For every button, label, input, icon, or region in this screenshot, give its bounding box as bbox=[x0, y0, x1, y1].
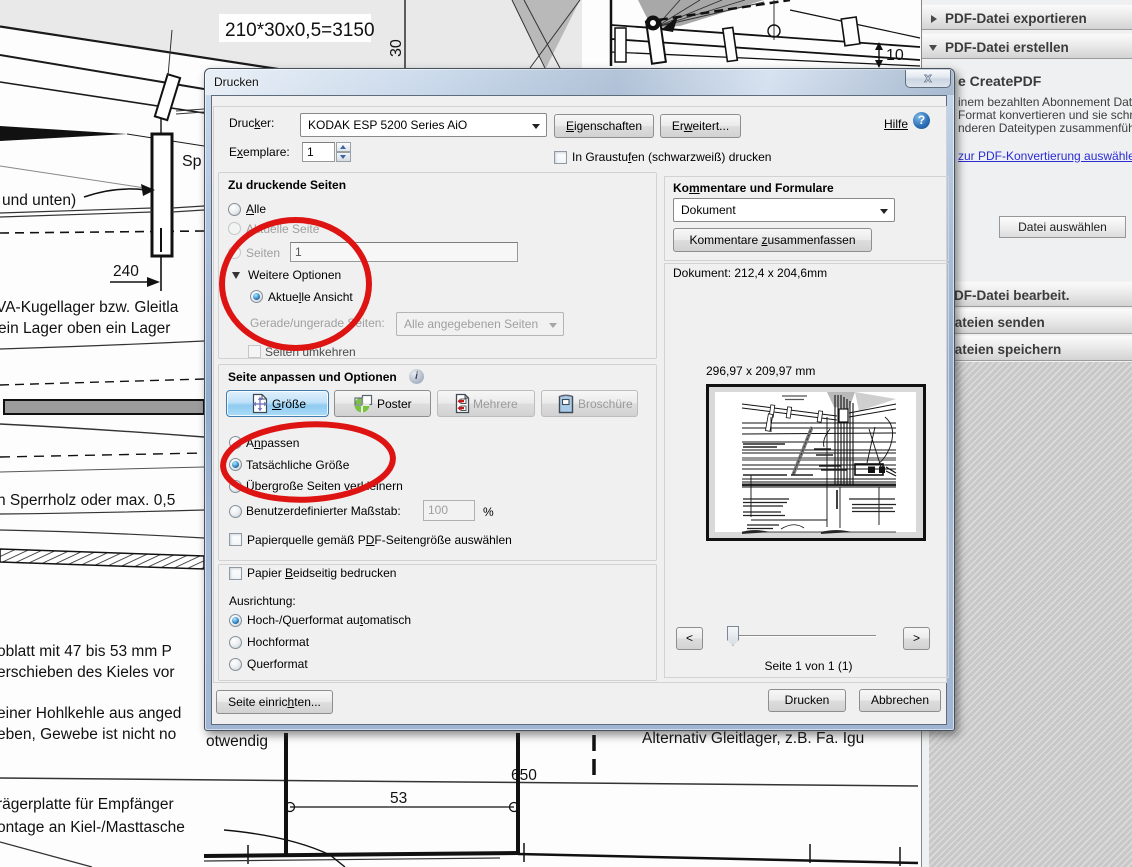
svg-text:otwendig: otwendig bbox=[206, 733, 268, 750]
svg-text:ein Lager oben ein Lager: ein Lager oben ein Lager bbox=[0, 320, 170, 337]
svg-text:rägerplatte für Empfänger: rägerplatte für Empfänger bbox=[0, 796, 174, 813]
svg-text:VA-Kugellager bzw. Gleitla: VA-Kugellager bzw. Gleitla bbox=[0, 299, 179, 316]
svg-text:ontage an Kiel-/Masttasche: ontage an Kiel-/Masttasche bbox=[0, 819, 185, 836]
svg-text:10: 10 bbox=[886, 47, 904, 64]
svg-text:240: 240 bbox=[113, 263, 139, 280]
svg-text:53: 53 bbox=[390, 790, 407, 807]
svg-text:650: 650 bbox=[511, 767, 537, 784]
svg-text:30: 30 bbox=[388, 39, 405, 57]
svg-text:erschieben des Kieles vor: erschieben des Kieles vor bbox=[0, 664, 175, 681]
svg-text:eben, Gewebe ist nicht no: eben, Gewebe ist nicht no bbox=[0, 726, 176, 743]
svg-text:Alternativ Gleitlager, z.B. Fa: Alternativ Gleitlager, z.B. Fa. Igu bbox=[642, 730, 864, 747]
svg-text:oblatt mit 47 bis 53 mm P: oblatt mit 47 bis 53 mm P bbox=[0, 643, 172, 660]
svg-text:210*30x0,5=3150: 210*30x0,5=3150 bbox=[225, 20, 375, 41]
svg-text:n Sperrholz oder max. 0,5: n Sperrholz oder max. 0,5 bbox=[0, 492, 175, 509]
svg-text:Sp: Sp bbox=[182, 153, 202, 170]
svg-text:und unten): und unten) bbox=[2, 192, 76, 209]
svg-text:einer Hohlkehle aus anged: einer Hohlkehle aus anged bbox=[0, 705, 181, 722]
